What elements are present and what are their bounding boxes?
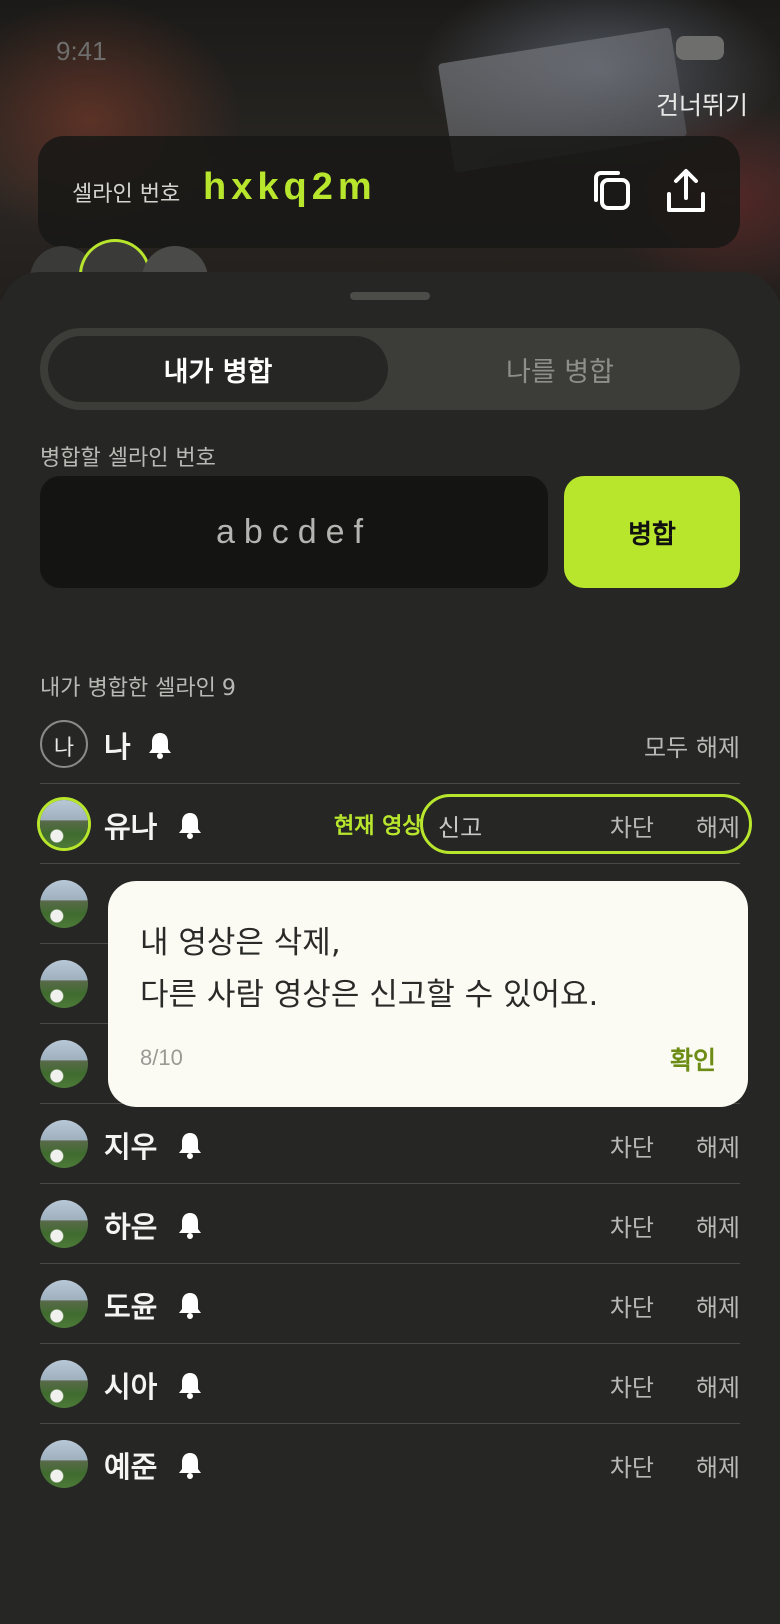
block-button[interactable]: 차단 — [610, 1128, 654, 1163]
tooltip-message: 내 영상은 삭제, 다른 사람 영상은 신고할 수 있어요. — [140, 917, 598, 1021]
unblock-button[interactable]: 해제 — [696, 1448, 740, 1483]
code-card: 셀라인 번호 hxkq2m — [38, 136, 740, 248]
member-name: 나 — [104, 730, 131, 764]
merge-button[interactable]: 병합 — [564, 476, 740, 588]
code-input-box — [40, 476, 548, 588]
list-title-text: 내가 병합한 셀라인 — [40, 676, 216, 701]
sheet-grabber[interactable] — [350, 292, 430, 300]
unblock-button[interactable]: 해제 — [696, 808, 740, 843]
share-icon — [667, 169, 705, 212]
list-count: 9 — [221, 676, 236, 701]
unblock-button[interactable]: 해제 — [696, 1208, 740, 1243]
share-button[interactable] — [660, 166, 712, 218]
unblock-button[interactable]: 해제 — [696, 1288, 740, 1323]
status-battery-icon — [676, 36, 724, 60]
avatar — [40, 1280, 88, 1328]
avatar — [40, 1120, 88, 1168]
block-button[interactable]: 차단 — [610, 1368, 654, 1403]
unblock-button[interactable]: 해제 — [696, 1128, 740, 1163]
merge-field-label: 병합할 셀라인 번호 — [40, 446, 216, 471]
copy-icon — [594, 171, 630, 210]
block-button[interactable]: 차단 — [610, 808, 654, 843]
block-button[interactable]: 차단 — [610, 1448, 654, 1483]
bell-icon[interactable] — [176, 1370, 204, 1400]
list-item: 예준 차단 해제 — [40, 1424, 740, 1504]
block-button[interactable]: 차단 — [610, 1208, 654, 1243]
report-button[interactable]: 신고 — [438, 808, 482, 843]
code-input[interactable] — [40, 476, 548, 588]
code-label: 셀라인 번호 — [72, 182, 181, 207]
unblock-all-button[interactable]: 모두 해제 — [644, 728, 740, 763]
member-name: 도윤 — [104, 1290, 158, 1324]
confirm-button[interactable]: 확인 — [670, 1041, 716, 1077]
bell-icon[interactable] — [146, 730, 174, 760]
bell-icon[interactable] — [176, 1210, 204, 1240]
member-name: 지우 — [104, 1130, 158, 1164]
tooltip-step: 8/10 — [140, 1045, 183, 1070]
tooltip-line-1: 내 영상은 삭제, — [140, 925, 341, 961]
segmented-tabs: 내가 병합 나를 병합 — [40, 328, 740, 410]
current-video-label: 현재 영상 — [334, 814, 423, 839]
member-name: 시아 — [104, 1370, 158, 1404]
bell-icon[interactable] — [176, 1130, 204, 1160]
bell-icon[interactable] — [176, 1450, 204, 1480]
coachmark-tooltip: 내 영상은 삭제, 다른 사람 영상은 신고할 수 있어요. 8/10 확인 — [108, 881, 748, 1107]
avatar — [40, 1200, 88, 1248]
member-name: 예준 — [104, 1450, 158, 1484]
code-value: hxkq2m — [203, 166, 377, 208]
avatar — [40, 800, 88, 848]
member-name: 하은 — [104, 1210, 158, 1244]
tab-merged-me[interactable]: 나를 병합 — [390, 336, 730, 402]
copy-button[interactable] — [586, 166, 638, 218]
list-item-me: 나 나 모두 해제 — [40, 704, 740, 784]
list-item: 도윤 차단 해제 — [40, 1264, 740, 1344]
skip-button[interactable]: 건너뛰기 — [656, 86, 748, 122]
tab-merge-by-me[interactable]: 내가 병합 — [48, 336, 388, 402]
unblock-button[interactable]: 해제 — [696, 1368, 740, 1403]
bell-icon[interactable] — [176, 810, 204, 840]
list-title: 내가 병합한 셀라인 9 — [40, 670, 236, 702]
list-item: 시아 차단 해제 — [40, 1344, 740, 1424]
avatar — [40, 1360, 88, 1408]
avatar — [40, 880, 88, 928]
tooltip-line-2: 다른 사람 영상은 신고할 수 있어요. — [140, 977, 599, 1013]
list-item: 하은 차단 해제 — [40, 1184, 740, 1264]
list-item-current: 유나 현재 영상 신고 차단 해제 — [40, 784, 752, 864]
bell-icon[interactable] — [176, 1290, 204, 1320]
member-name: 유나 — [104, 810, 158, 844]
block-button[interactable]: 차단 — [610, 1288, 654, 1323]
list-item: 지우 차단 해제 — [40, 1104, 740, 1184]
avatar — [40, 960, 88, 1008]
status-time: 9:41 — [56, 36, 107, 66]
avatar — [40, 1040, 88, 1088]
avatar: 나 — [40, 720, 88, 768]
avatar — [40, 1440, 88, 1488]
